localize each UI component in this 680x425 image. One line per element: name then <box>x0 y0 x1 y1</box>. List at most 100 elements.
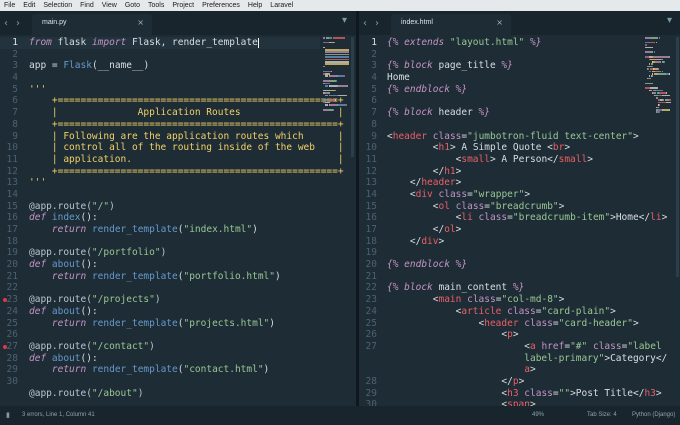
minimap-line <box>329 85 338 87</box>
status-syntax[interactable]: Python (Django) <box>632 412 675 418</box>
menu-item-project[interactable]: Project <box>168 0 198 11</box>
minimap-line <box>337 85 347 87</box>
code-token: @app.route( <box>29 294 92 306</box>
menu-item-selection[interactable]: Selection <box>39 0 76 11</box>
code-token: "col-md-8" <box>501 294 559 306</box>
code-token: </ <box>387 224 445 235</box>
forward-icon[interactable]: › <box>16 18 20 29</box>
code-line: from flask import Flask, render_template <box>29 37 344 49</box>
line-number: 8 <box>12 118 18 130</box>
code-token: return <box>29 270 87 282</box>
minimap-line <box>327 92 330 94</box>
menu-item-goto[interactable]: Goto <box>121 0 144 11</box>
menu-item-preferences[interactable]: Preferences <box>198 0 244 11</box>
code-line: +=======================================… <box>29 95 344 107</box>
code-editor-main-py[interactable]: from flask import Flask, render_template… <box>29 37 344 399</box>
code-token: header <box>438 107 473 119</box>
menu-item-edit[interactable]: Edit <box>19 0 39 11</box>
code-token: flask <box>51 37 92 48</box>
tab-index-html[interactable]: index.html × <box>391 14 511 35</box>
minimap-line <box>345 104 347 106</box>
minimap-line <box>330 70 332 73</box>
code-line: {% block header %} <box>387 107 667 119</box>
code-token: > <box>518 375 525 387</box>
code-token: > A Simple Quote < <box>449 142 553 154</box>
minimap-line <box>668 94 670 97</box>
tab-main-py[interactable]: main.py × <box>32 14 152 35</box>
code-token: > <box>587 153 593 165</box>
code-token: {% block <box>387 282 439 294</box>
menu-item-help[interactable]: Help <box>244 0 266 11</box>
code-token: ''' <box>29 83 47 95</box>
line-number: 29 <box>365 387 377 399</box>
code-token: > <box>564 142 571 154</box>
chevron-down-icon[interactable]: ▾ <box>667 15 672 26</box>
panel-toggle-icon[interactable]: ▮ <box>6 411 10 419</box>
chevron-down-icon[interactable]: ▾ <box>342 15 347 26</box>
tab-label: index.html <box>401 19 433 26</box>
minimap-line <box>325 58 349 61</box>
back-icon[interactable]: ‹ <box>4 18 8 29</box>
code-editor-index-html[interactable]: {% extends "layout.html" %} {% block pag… <box>387 37 667 406</box>
line-number: 5 <box>12 83 18 95</box>
code-token: ) <box>143 60 150 72</box>
code-line: @app.route("/contact") <box>29 341 344 353</box>
status-bar: ▮ 3 errors, Line 1, Column 41 49% Tab Si… <box>0 406 680 425</box>
code-token: Flask <box>63 60 92 72</box>
code-token: render_template <box>91 224 178 235</box>
code-token: about <box>46 352 81 364</box>
close-icon[interactable]: × <box>496 18 503 27</box>
minimap-line <box>652 92 656 94</box>
minimap-line <box>649 87 657 89</box>
code-line: </p> <box>387 376 667 388</box>
code-line: @app.route("/portfolio") <box>29 247 344 259</box>
code-token: > <box>455 165 462 177</box>
code-token: main <box>438 294 462 306</box>
minimap-line <box>654 70 662 73</box>
minimap[interactable] <box>645 37 679 157</box>
code-token: </ <box>387 235 422 247</box>
code-line: app = Flask(__name__) <box>29 60 344 72</box>
minimap-line <box>652 56 669 58</box>
minimap-line <box>654 61 662 63</box>
menu-item-view[interactable]: View <box>98 0 121 11</box>
code-token: < <box>387 387 508 399</box>
code-token: return <box>29 364 87 376</box>
code-line: | Following are the application routes w… <box>29 131 344 143</box>
minimap-line <box>664 61 666 63</box>
forward-icon[interactable]: › <box>375 18 379 29</box>
menu-bar: File Edit Selection Find View Goto Tools Projec… <box>0 0 680 11</box>
menu-item-find[interactable]: Find <box>76 0 98 11</box>
code-line: return render_template("index.html") <box>29 224 344 236</box>
code-token: (): <box>80 305 98 317</box>
code-token: ) <box>263 364 270 376</box>
minimap-line <box>325 56 349 58</box>
menu-item-laravel[interactable]: Laravel <box>266 0 297 11</box>
code-token: h1 <box>438 142 450 154</box>
line-number: 16 <box>365 212 377 224</box>
menu-item-tools[interactable]: Tools <box>144 0 168 11</box>
code-token: about <box>46 259 81 271</box>
minimap-line <box>323 65 325 68</box>
back-icon[interactable]: ‹ <box>363 18 367 29</box>
code-token: import <box>91 37 127 48</box>
minimap-line <box>329 80 336 82</box>
minimap-line <box>661 94 669 97</box>
line-number-gutter: 1 2 3 4 5 6 7 8 9 10 11 12 13 14 15 16 17 18 19 20 21 22 23 24 2… <box>359 37 377 406</box>
minimap-line <box>344 75 346 77</box>
close-icon[interactable]: × <box>137 18 144 27</box>
code-token: | control all of the routing inside of t… <box>29 142 344 154</box>
code-token: render_template <box>91 270 178 282</box>
menu-item-file[interactable]: File <box>0 0 19 11</box>
vertical-scrollbar[interactable] <box>676 37 679 277</box>
code-line: <ol class="breadcrumb"> <box>387 201 667 213</box>
status-tab-size[interactable]: Tab Size: 4 <box>587 412 617 418</box>
code-token: < <box>387 399 508 406</box>
line-number: 29 <box>6 364 18 376</box>
vertical-scrollbar[interactable] <box>351 37 354 157</box>
code-token: "" <box>558 387 571 399</box>
code-token: {% block <box>387 107 439 119</box>
